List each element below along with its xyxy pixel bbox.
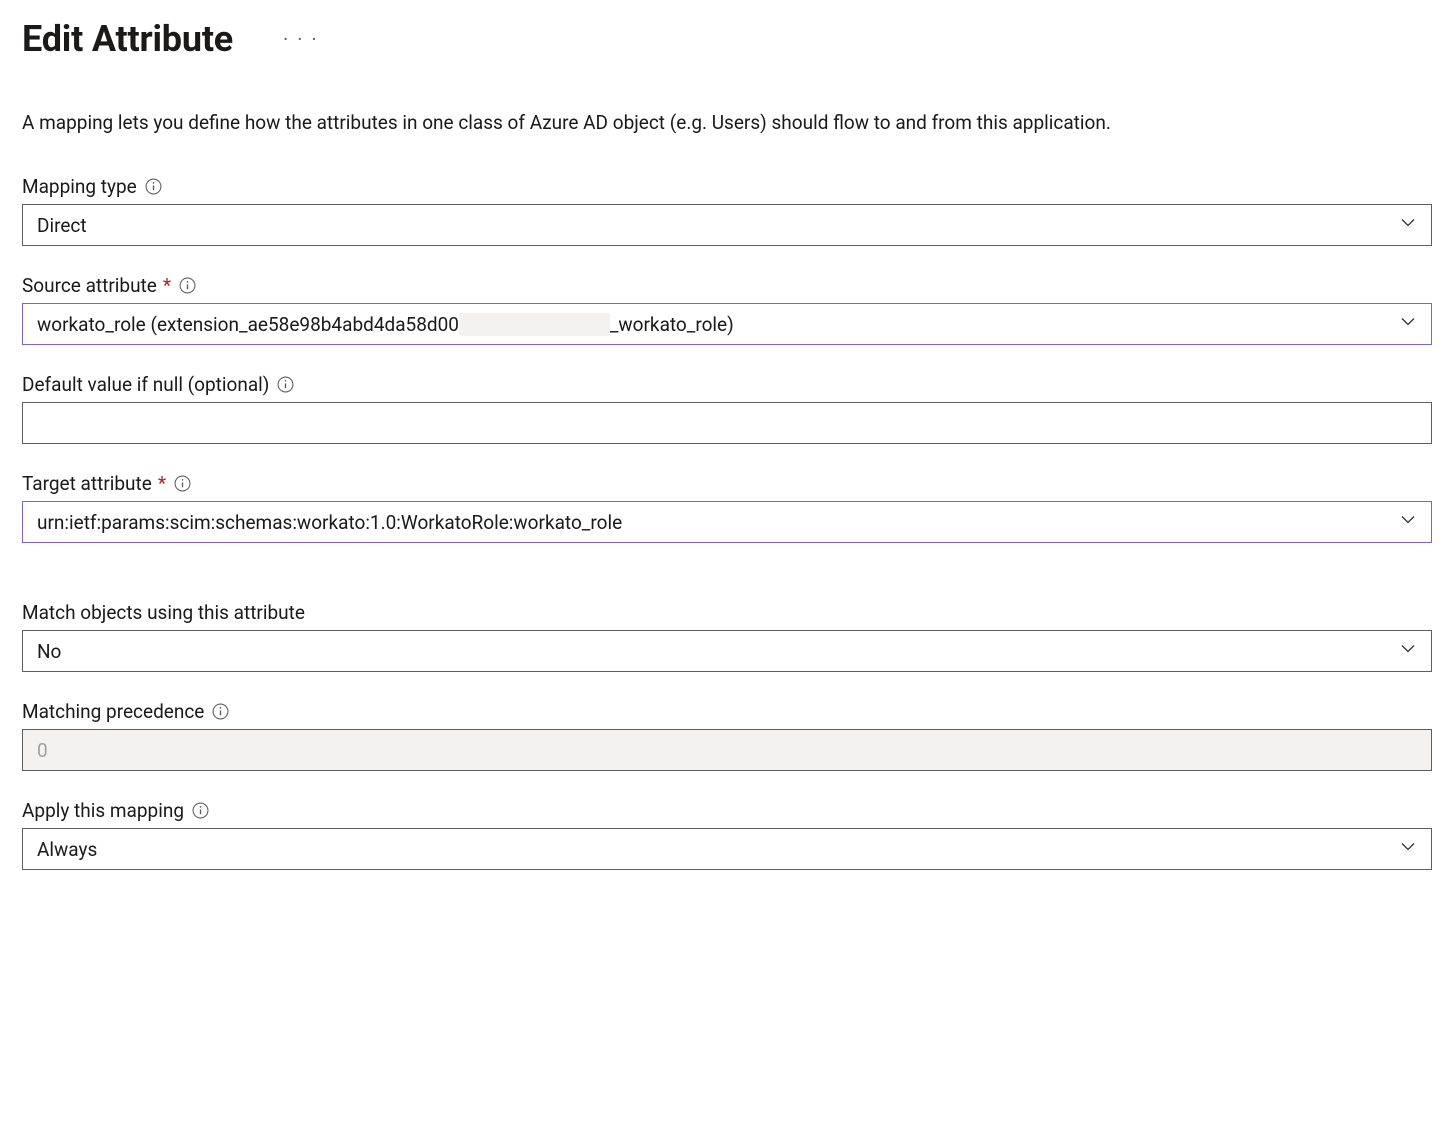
field-match-objects: Match objects using this attribute No xyxy=(22,601,1433,672)
info-icon[interactable] xyxy=(212,703,229,720)
info-icon[interactable] xyxy=(192,802,209,819)
target-attribute-select[interactable]: urn:ietf:params:scim:schemas:workato:1.0… xyxy=(22,501,1432,543)
info-icon[interactable] xyxy=(174,475,191,492)
match-objects-select[interactable]: No xyxy=(22,630,1432,672)
mapping-type-value: Direct xyxy=(37,214,87,237)
default-value-label: Default value if null (optional) xyxy=(22,373,269,396)
match-objects-label: Match objects using this attribute xyxy=(22,601,305,624)
target-attribute-value: urn:ietf:params:scim:schemas:workato:1.0… xyxy=(37,511,622,534)
page-description: A mapping lets you define how the attrib… xyxy=(22,108,1422,137)
matching-precedence-label: Matching precedence xyxy=(22,700,204,723)
info-icon[interactable] xyxy=(145,178,162,195)
source-attribute-value: workato_role (extension_ae58e98b4abd4da5… xyxy=(37,313,734,336)
mapping-type-select[interactable]: Direct xyxy=(22,204,1432,246)
match-objects-value: No xyxy=(37,640,61,663)
field-default-value: Default value if null (optional) xyxy=(22,373,1433,444)
required-indicator: * xyxy=(158,472,166,495)
target-attribute-label: Target attribute xyxy=(22,472,152,495)
field-target-attribute: Target attribute * urn:ietf:params:scim:… xyxy=(22,472,1433,543)
apply-mapping-value: Always xyxy=(37,838,97,861)
info-icon[interactable] xyxy=(277,376,294,393)
source-attribute-label: Source attribute xyxy=(22,274,157,297)
source-attribute-select[interactable]: workato_role (extension_ae58e98b4abd4da5… xyxy=(22,303,1432,345)
page-title: Edit Attribute xyxy=(22,18,233,60)
matching-precedence-value: 0 xyxy=(37,739,48,762)
field-mapping-type: Mapping type Direct xyxy=(22,175,1433,246)
default-value-input[interactable] xyxy=(22,402,1432,444)
apply-mapping-label: Apply this mapping xyxy=(22,799,184,822)
required-indicator: * xyxy=(163,274,171,297)
mapping-type-label: Mapping type xyxy=(22,175,137,198)
field-source-attribute: Source attribute * workato_role (extensi… xyxy=(22,274,1433,345)
info-icon[interactable] xyxy=(179,277,196,294)
field-apply-mapping: Apply this mapping Always xyxy=(22,799,1433,870)
field-matching-precedence: Matching precedence 0 xyxy=(22,700,1433,771)
more-actions-button[interactable]: · · · xyxy=(275,23,327,55)
apply-mapping-select[interactable]: Always xyxy=(22,828,1432,870)
matching-precedence-input: 0 xyxy=(22,729,1432,771)
